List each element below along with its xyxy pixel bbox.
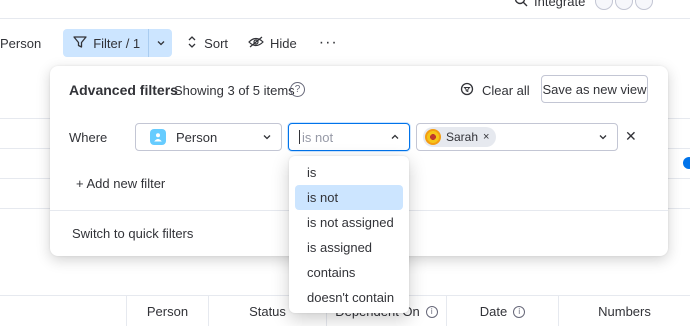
remove-chip-icon[interactable]: ×	[483, 131, 489, 143]
value-select[interactable]: Sarah ×	[416, 123, 618, 151]
person-chip: Sarah ×	[423, 127, 497, 147]
column-header-person[interactable]: Person	[126, 296, 208, 326]
column-header-label: Status	[249, 304, 286, 319]
condition-option-is-not[interactable]: is not	[295, 185, 403, 210]
sort-button[interactable]: Sort	[178, 29, 236, 57]
search-icon	[514, 0, 528, 10]
more-dots-icon: ···	[318, 34, 338, 51]
where-label: Where	[69, 130, 108, 145]
info-icon[interactable]: i	[425, 305, 438, 318]
sort-icon	[186, 35, 198, 52]
integration-app-icon	[595, 0, 614, 10]
chevron-up-icon	[389, 131, 401, 143]
filter-button[interactable]: Filter / 1	[63, 29, 149, 57]
more-options-button[interactable]: ···	[311, 29, 346, 57]
condition-select[interactable]: is not	[288, 123, 410, 151]
panel-title: Advanced filters	[69, 82, 178, 98]
column-header-label: Date	[479, 304, 508, 319]
board-toolbar: Person Filter / 1 Sort Hide ···	[0, 28, 346, 58]
save-as-new-view-button[interactable]: Save as new view	[541, 75, 648, 103]
items-count-text: Showing 3 of 5 items	[174, 83, 295, 98]
add-new-filter-button[interactable]: + Add new filter	[76, 176, 165, 191]
hide-button[interactable]: Hide	[240, 29, 305, 57]
help-icon[interactable]: ?	[290, 82, 305, 97]
column-select-value: Person	[176, 129, 218, 145]
chevron-down-icon	[156, 36, 166, 51]
integrate-label: Integrate	[534, 0, 586, 9]
eye-hidden-icon	[248, 36, 264, 51]
chevron-down-icon	[597, 131, 609, 143]
person-chip-label: Sarah	[446, 130, 479, 144]
integration-app-icon	[635, 0, 654, 10]
person-column-icon	[150, 129, 166, 145]
filter-options-button[interactable]	[148, 29, 173, 57]
avatar	[425, 129, 441, 145]
person-filter-label: Person	[0, 35, 42, 51]
hide-label: Hide	[270, 35, 297, 51]
switch-to-quick-filters-link[interactable]: Switch to quick filters	[72, 226, 193, 241]
condition-option-is-assigned[interactable]: is assigned	[295, 235, 403, 260]
column-header-label: Person	[146, 304, 189, 319]
condition-option-doesnt-contain[interactable]: doesn't contain	[295, 285, 403, 310]
board-divider	[0, 18, 690, 19]
condition-option-is[interactable]: is	[295, 160, 403, 185]
person-filter-button[interactable]: Person	[0, 29, 49, 57]
update-indicator	[683, 157, 690, 169]
column-header-numbers[interactable]: Numbers	[558, 296, 690, 326]
chevron-down-icon	[261, 131, 273, 143]
clear-all-button[interactable]: Clear all	[460, 82, 530, 99]
condition-option-is-not-assigned[interactable]: is not assigned	[295, 210, 403, 235]
condition-menu: is is not is not assigned is assigned co…	[289, 156, 409, 313]
column-header-label: Numbers	[598, 304, 651, 319]
condition-select-value: is not	[302, 129, 334, 145]
info-icon[interactable]: i	[513, 305, 526, 318]
remove-filter-row-icon[interactable]: ✕	[625, 128, 637, 145]
clear-all-label: Clear all	[482, 83, 530, 98]
sort-label: Sort	[204, 35, 229, 51]
filter-label: Filter / 1	[93, 35, 141, 51]
text-cursor	[299, 130, 300, 144]
column-header-date[interactable]: Date i	[446, 296, 558, 326]
funnel-icon	[73, 35, 87, 52]
column-select[interactable]: Person	[135, 123, 282, 151]
integration-app-icon	[615, 0, 634, 10]
clear-filter-icon	[460, 82, 474, 99]
condition-option-contains[interactable]: contains	[295, 260, 403, 285]
integrate-button[interactable]: Integrate	[514, 0, 654, 10]
